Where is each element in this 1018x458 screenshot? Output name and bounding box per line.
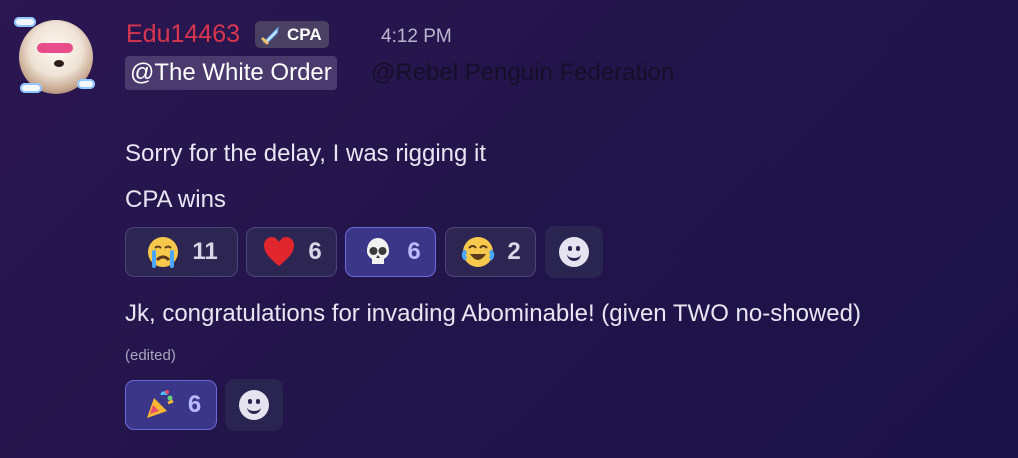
add-reaction-button[interactable] bbox=[545, 226, 603, 278]
author-name[interactable]: Edu14463 bbox=[126, 18, 240, 50]
party-popper-icon bbox=[141, 387, 177, 423]
tears-of-joy-icon bbox=[460, 234, 496, 270]
reaction-count: 6 bbox=[187, 391, 202, 418]
reaction-skull[interactable]: 6 bbox=[345, 227, 436, 277]
sword-icon bbox=[260, 24, 282, 46]
reaction-count: 11 bbox=[192, 238, 218, 265]
cloud-icon bbox=[20, 83, 42, 93]
avatar[interactable] bbox=[14, 14, 98, 98]
reaction-crying-face[interactable]: 11 bbox=[125, 227, 238, 277]
skull-icon bbox=[360, 234, 396, 270]
reaction-heart[interactable]: 6 bbox=[246, 227, 337, 277]
heart-icon bbox=[261, 234, 297, 270]
smile-icon bbox=[559, 237, 589, 267]
sunglasses-icon bbox=[37, 43, 73, 53]
timestamp: 4:12 PM bbox=[381, 26, 452, 47]
cloud-icon bbox=[14, 17, 36, 27]
message-line: Jk, congratulations for invading Abomina… bbox=[125, 300, 861, 327]
reaction-tears-of-joy[interactable]: 2 bbox=[445, 227, 536, 277]
reaction-count: 6 bbox=[407, 238, 421, 265]
reaction-party-popper[interactable]: 6 bbox=[125, 380, 217, 430]
mention-the-white-order[interactable]: @The White Order bbox=[125, 56, 337, 90]
message-line: Sorry for the delay, I was rigging it bbox=[125, 140, 487, 167]
reaction-count: 6 bbox=[308, 238, 322, 265]
message-line: CPA wins bbox=[125, 186, 226, 213]
cloud-icon bbox=[77, 79, 95, 89]
mention-rebel-penguin-federation[interactable]: @Rebel Penguin Federation bbox=[366, 56, 679, 90]
dog-nose-icon bbox=[54, 60, 64, 67]
edited-label: (edited) bbox=[125, 347, 176, 364]
crying-face-icon bbox=[145, 234, 181, 270]
reaction-count: 2 bbox=[507, 238, 521, 265]
smile-icon bbox=[239, 390, 269, 420]
server-tag[interactable]: CPA bbox=[255, 21, 329, 48]
add-reaction-button[interactable] bbox=[225, 379, 283, 431]
server-tag-label: CPA bbox=[287, 24, 322, 44]
